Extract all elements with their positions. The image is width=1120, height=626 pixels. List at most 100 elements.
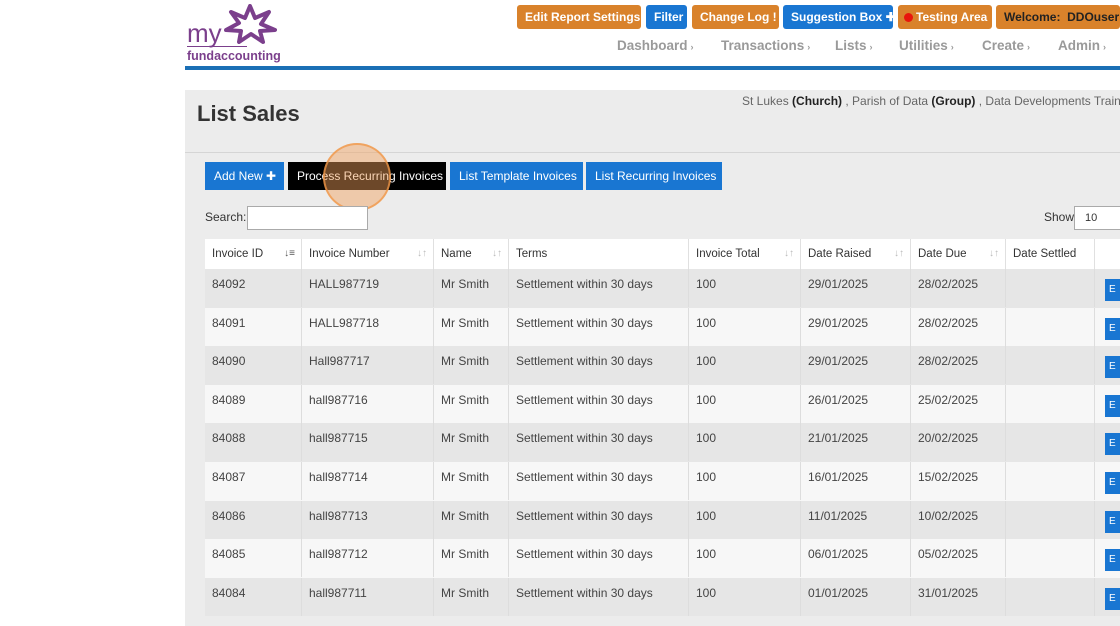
sort-icon: ↓↑ [784,248,794,259]
row-edit-button[interactable]: E [1105,433,1120,456]
welcome-username: DDOuser [1067,10,1120,24]
cell-invoice-total: 100 [689,539,801,578]
cell-date-settled [1006,423,1095,462]
cell-terms: Settlement within 30 days [509,307,689,346]
table-row[interactable]: 84088 hall987715 Mr Smith Settlement within… [205,423,1120,462]
change-log-button[interactable]: Change Log ! [692,5,779,29]
column-label: Date Settled [1013,248,1077,260]
nav-transactions[interactable]: Transactions › [721,38,810,53]
cell-name: Mr Smith [434,423,509,462]
nav-utilities-label: Utilities [899,38,948,53]
plus-icon: ✚ [266,169,277,183]
column-label: Date Raised [808,248,872,260]
column-header-invoice-id[interactable]: Invoice ID ↓≡ [205,239,302,269]
nav-create-label: Create [982,38,1025,53]
row-edit-button[interactable]: E [1105,394,1120,417]
add-new-button[interactable]: Add New ✚ [205,162,284,190]
cell-date-raised: 11/01/2025 [801,500,911,539]
cell-invoice-id: 84085 [205,539,302,578]
list-template-invoices-button[interactable]: List Template Invoices [450,162,583,190]
sort-icon: ↓↑ [417,248,427,259]
section-divider [185,152,1120,153]
cell-name: Mr Smith [434,500,509,539]
cell-invoice-id: 84090 [205,346,302,385]
cell-invoice-total: 100 [689,423,801,462]
row-edit-button[interactable]: E [1105,510,1120,533]
table-row[interactable]: 84091 HALL987718 Mr Smith Settlement within… [205,307,1120,347]
nav-dashboard[interactable]: Dashboard › [617,38,694,53]
nav-create[interactable]: Create › [982,38,1030,53]
chevron-right-icon: › [950,42,954,52]
welcome-user-menu[interactable]: Welcome: DDOuser [996,5,1120,29]
column-header-name[interactable]: Name ↓↑ [434,239,509,269]
cell-date-settled [1006,269,1095,307]
table-row[interactable]: 84089 hall987716 Mr Smith Settlement within… [205,384,1120,424]
add-new-label: Add New [214,169,263,183]
organisation-context: St Lukes (Church) , Parish of Data (Grou… [742,94,1120,108]
search-label: Search: [205,210,247,224]
row-edit-button[interactable]: E [1105,549,1120,572]
column-header-terms[interactable]: Terms [509,239,689,269]
cell-invoice-id: 84088 [205,423,302,462]
cell-invoice-number: HALL987718 [302,307,434,346]
column-label: Invoice Number [309,248,390,260]
search-input[interactable] [247,206,368,230]
table-row[interactable]: 84085 hall987712 Mr Smith Settlement within… [205,539,1120,578]
cell-invoice-total: 100 [689,577,801,616]
table-row[interactable]: 84090 Hall987717 Mr Smith Settlement within… [205,346,1120,385]
column-header-date-due[interactable]: Date Due ↓↑ [911,239,1006,269]
suggestion-box-button[interactable]: Suggestion Box ✚ [783,5,896,29]
column-header-date-raised[interactable]: Date Raised ↓↑ [801,239,911,269]
myfundaccounting-logo[interactable]: my fundaccounting [187,4,281,63]
cell-invoice-id: 84087 [205,462,302,500]
cell-name: Mr Smith [434,384,509,423]
cell-invoice-number: hall987711 [302,577,434,616]
cell-date-settled [1006,307,1095,346]
cell-date-settled [1006,577,1095,616]
context-type: (Church) [792,94,843,108]
show-entries-select[interactable]: 10 [1074,206,1120,230]
nav-lists[interactable]: Lists › [835,38,873,53]
table-row[interactable]: 84092 HALL987719 Mr Smith Settlement within… [205,269,1120,308]
cell-terms: Settlement within 30 days [509,462,689,500]
table-row[interactable]: 84086 hall987713 Mr Smith Settlement within… [205,500,1120,540]
cell-name: Mr Smith [434,539,509,578]
cell-date-settled [1006,346,1095,385]
cell-date-settled [1006,500,1095,539]
nav-admin[interactable]: Admin › [1058,38,1106,53]
table-row[interactable]: 84084 hall987711 Mr Smith Settlement within… [205,577,1120,617]
row-edit-button[interactable]: E [1105,587,1120,610]
header-divider [185,66,1120,70]
cell-invoice-id: 84084 [205,577,302,616]
status-dot-icon [904,13,913,22]
row-edit-button[interactable]: E [1105,356,1120,379]
sort-desc-icon: ↓≡ [284,248,295,259]
nav-lists-label: Lists [835,38,867,53]
cell-invoice-total: 100 [689,269,801,307]
nav-dashboard-label: Dashboard [617,38,688,53]
nav-admin-label: Admin [1058,38,1100,53]
row-edit-button[interactable]: E [1105,472,1120,494]
row-edit-button[interactable]: E [1105,317,1120,340]
cell-date-due: 28/02/2025 [911,269,1006,307]
cell-date-due: 05/02/2025 [911,539,1006,578]
cell-date-raised: 16/01/2025 [801,462,911,500]
cell-date-due: 28/02/2025 [911,346,1006,385]
click-highlight-marker [323,143,391,211]
welcome-label: Welcome: [1004,10,1061,24]
cell-invoice-number: HALL987719 [302,269,434,307]
edit-report-settings-button[interactable]: Edit Report Settings [517,5,641,29]
table-header: Invoice ID ↓≡ Invoice Number ↓↑ Name ↓↑ Ter… [205,239,1120,269]
list-recurring-invoices-button[interactable]: List Recurring Invoices [586,162,722,190]
table-row[interactable]: 84087 hall987714 Mr Smith Settlement within… [205,462,1120,501]
column-header-date-settled[interactable]: Date Settled [1006,239,1095,269]
list-recurring-label: List Recurring Invoices [595,169,717,183]
row-edit-button[interactable]: E [1105,279,1120,301]
column-header-invoice-total[interactable]: Invoice Total ↓↑ [689,239,801,269]
filter-button[interactable]: Filter [646,5,687,29]
column-header-invoice-number[interactable]: Invoice Number ↓↑ [302,239,434,269]
testing-area-button[interactable]: Testing Area [898,5,992,29]
page-title: List Sales [197,101,300,126]
cell-date-settled [1006,539,1095,578]
nav-utilities[interactable]: Utilities › [899,38,954,53]
